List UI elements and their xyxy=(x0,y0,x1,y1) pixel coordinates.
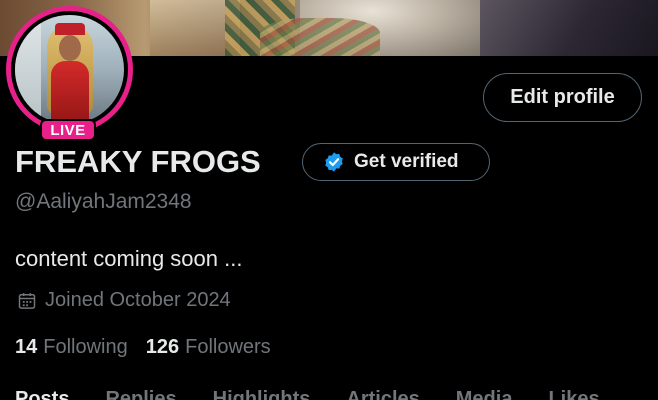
joined-date: Joined October 2024 xyxy=(15,289,231,312)
tab-highlights[interactable]: Highlights xyxy=(213,388,311,400)
followers-label: Followers xyxy=(185,336,271,358)
follow-stats: 14 Following 126 Followers xyxy=(15,336,271,359)
tab-articles[interactable]: Articles xyxy=(346,388,419,400)
avatar[interactable] xyxy=(6,6,133,133)
following-count: 14 xyxy=(15,336,38,358)
display-name: FREAKY FROGS xyxy=(15,144,261,179)
tab-media[interactable]: Media xyxy=(456,388,513,400)
following-link[interactable]: 14 Following xyxy=(15,336,128,359)
tab-likes[interactable]: Likes xyxy=(548,388,599,400)
verified-badge-icon xyxy=(325,152,343,172)
profile-screen: LIVE Edit profile FREAKY FROGS Get verif… xyxy=(0,0,658,400)
get-verified-button[interactable]: Get verified xyxy=(302,143,490,181)
followers-count: 126 xyxy=(145,336,180,358)
following-label: Following xyxy=(43,336,128,358)
edit-profile-button[interactable]: Edit profile xyxy=(483,73,642,122)
user-handle: @AaliyahJam2348 xyxy=(15,190,192,213)
profile-tabs: Posts Replies Highlights Articles Media … xyxy=(15,388,600,400)
live-badge[interactable]: LIVE xyxy=(40,119,96,141)
profile-bio: content coming soon ... xyxy=(15,246,243,271)
joined-label: Joined October 2024 xyxy=(45,289,231,311)
tab-replies[interactable]: Replies xyxy=(105,388,176,400)
get-verified-label: Get verified xyxy=(354,151,459,172)
followers-link[interactable]: 126 Followers xyxy=(146,336,271,359)
calendar-icon xyxy=(18,292,36,309)
tab-posts[interactable]: Posts xyxy=(15,388,69,400)
avatar-image xyxy=(15,15,124,124)
